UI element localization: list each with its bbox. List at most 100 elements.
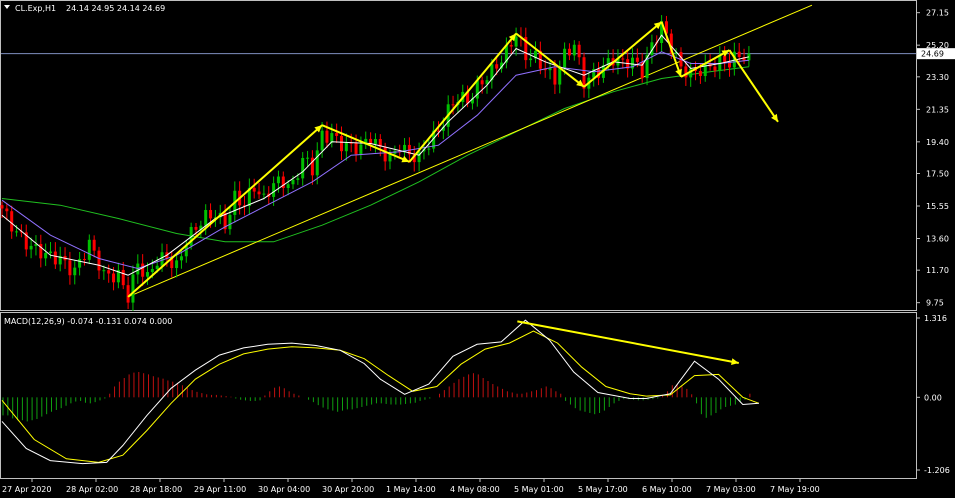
candle-body	[131, 274, 135, 303]
candle-body	[107, 270, 111, 274]
macd-tick-label: -1.206	[924, 466, 950, 475]
symbol-header: CL.Exp,H1 24.14 24.95 24.14 24.69	[4, 4, 165, 13]
candle-body	[291, 179, 295, 185]
time-tick-label: 27 Apr 2020	[2, 485, 51, 494]
candle-body	[204, 209, 208, 226]
candle-body	[344, 142, 348, 152]
candle-body	[194, 226, 198, 230]
time-tick-label: 1 May 14:00	[386, 485, 436, 494]
candle-body	[383, 146, 387, 162]
price-tick-label: 19.40	[926, 138, 949, 147]
candle-body	[209, 209, 213, 219]
candle-body	[155, 265, 159, 269]
candle-body	[160, 252, 164, 266]
time-tick-label: 30 Apr 04:00	[258, 485, 310, 494]
price-tick-label: 27.15	[926, 9, 949, 18]
macd-panel[interactable]: 1.316 0.00 -1.206 MACD(12,26,9) -0.074 -0.…	[0, 312, 950, 479]
candle-body	[257, 191, 261, 195]
candle-body	[97, 250, 101, 271]
time-axis: 27 Apr 2020 28 Apr 02:00 28 Apr 18:00 29 Ap…	[2, 479, 820, 494]
price-tick-label: 23.30	[926, 73, 949, 82]
price-tick-label: 21.35	[926, 105, 949, 114]
candle-body	[29, 245, 33, 250]
candle-body	[102, 270, 106, 272]
candle-body	[563, 48, 567, 68]
candle-body	[296, 178, 300, 180]
candle-body	[621, 58, 625, 60]
candle-body	[68, 260, 72, 276]
chart-terminal: 27.1525.2023.3021.3519.4017.5015.5513.60…	[0, 0, 955, 498]
macd-tick-label: 0.00	[924, 393, 942, 402]
symbol-label: CL.Exp,H1	[15, 4, 56, 13]
candle-body	[272, 183, 276, 197]
time-tick-label: 28 Apr 18:00	[130, 485, 182, 494]
price-panel[interactable]: 27.1525.2023.3021.3519.4017.5015.5513.60…	[0, 0, 955, 311]
candle-body	[306, 157, 310, 159]
candle-body	[92, 239, 96, 251]
time-tick-label: 6 May 10:00	[642, 485, 692, 494]
candle-body	[495, 64, 499, 69]
candle-body	[572, 44, 576, 56]
macd-axis: 1.316 0.00 -1.206	[917, 314, 950, 475]
candle-body	[553, 67, 557, 85]
candle-body	[330, 133, 334, 143]
candle-body	[5, 208, 9, 212]
candle-body	[252, 187, 256, 192]
price-tick-label: 13.60	[926, 235, 949, 244]
candle-body	[87, 239, 91, 260]
candle-body	[427, 148, 431, 150]
candle-body	[354, 143, 358, 155]
candle-body	[509, 45, 513, 47]
candle-body	[340, 135, 343, 152]
macd-label: MACD(12,26,9) -0.074 -0.131 0.074 0.000	[4, 317, 172, 326]
price-tick-label: 17.50	[926, 170, 949, 179]
candle-body	[713, 66, 717, 71]
time-tick-label: 5 May 01:00	[514, 485, 564, 494]
ohlc-label: 24.14 24.95 24.14 24.69	[66, 4, 165, 13]
time-tick-label: 4 May 08:00	[450, 485, 500, 494]
candle-body	[141, 263, 145, 277]
candle-body	[335, 133, 339, 136]
candle-body	[320, 130, 324, 151]
candle-body	[53, 251, 57, 265]
candle-body	[567, 48, 571, 56]
candle-body	[480, 80, 484, 85]
time-tick-label: 30 Apr 20:00	[322, 485, 374, 494]
candle-body	[121, 269, 125, 286]
candle-body	[49, 251, 52, 253]
candle-body	[175, 260, 179, 269]
candle-body	[577, 44, 581, 58]
candle-body	[698, 71, 702, 77]
candle-body	[146, 272, 149, 277]
price-tick-label: 9.75	[926, 299, 944, 308]
candle-body	[126, 285, 130, 303]
candle-body	[15, 231, 19, 233]
candle-body	[112, 273, 116, 283]
candle-body	[373, 139, 377, 144]
candle-body	[359, 144, 363, 155]
candle-body	[325, 130, 329, 143]
candle-body	[150, 268, 154, 273]
candle-body	[73, 267, 77, 276]
current-price-tag: 24.69	[917, 48, 955, 60]
candle-body	[276, 176, 280, 184]
candle-body	[301, 157, 305, 179]
candle-body	[82, 258, 86, 260]
time-tick-label: 5 May 17:00	[578, 485, 628, 494]
candle-body	[78, 258, 82, 268]
candle-body	[228, 214, 232, 230]
candle-body	[262, 193, 266, 195]
price-tag-text: 24.69	[921, 50, 944, 59]
price-tick-label: 11.70	[926, 266, 949, 275]
time-tick-label: 7 May 03:00	[706, 485, 756, 494]
macd-tick-label: 1.316	[924, 314, 947, 323]
candle-body	[558, 67, 562, 85]
candle-body	[451, 104, 455, 106]
time-tick-label: 28 Apr 02:00	[66, 485, 118, 494]
candle-body	[723, 55, 727, 62]
candle-body	[737, 51, 741, 57]
candle-body	[635, 57, 639, 62]
candle-body	[286, 184, 290, 189]
candle-body	[514, 36, 518, 47]
candle-body	[179, 256, 183, 261]
